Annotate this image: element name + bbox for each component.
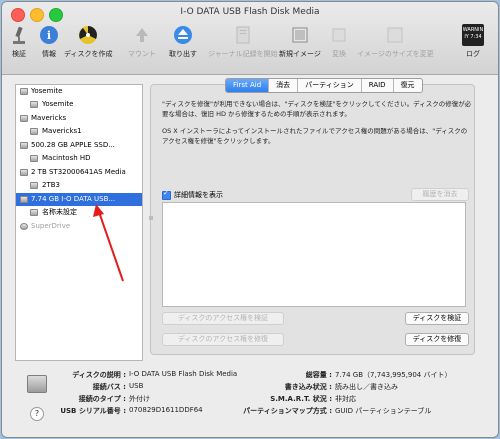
partition-map-value: GUID パーティションテーブル — [335, 407, 432, 415]
sidebar-item-yosemite-disk[interactable]: Yosemite — [16, 85, 142, 98]
tab-restore[interactable]: 復元 — [392, 79, 422, 92]
verify-disk-button[interactable]: ディスクを検証 — [405, 312, 469, 325]
disk-icon — [20, 115, 28, 122]
first-aid-paragraph-1: "ディスクを修復"が利用できない場合は、"ディスクを検証"をクリックしてください… — [162, 100, 472, 118]
eject-icon — [174, 26, 192, 44]
new-image-label: 新規イメージ — [279, 50, 321, 58]
bus-label: 接続バス : — [92, 383, 126, 391]
convert-toolbar-button[interactable]: 変換 — [328, 24, 350, 59]
serial-label: USB シリアル番号 : — [60, 407, 126, 415]
title-bar: I-O DATA USB Flash Disk Media 検証 i 情報 ディ… — [2, 2, 498, 75]
disk-utility-window: I-O DATA USB Flash Disk Media 検証 i 情報 ディ… — [2, 2, 498, 437]
eject-label: 取り出す — [169, 50, 197, 58]
serial-value: 070829D1611DDF64 — [129, 406, 203, 414]
volume-icon — [30, 155, 38, 162]
repair-disk-button[interactable]: ディスクを修復 — [405, 333, 469, 346]
usb-disk-icon — [20, 196, 28, 203]
sidebar-item-macintosh-hd[interactable]: Macintosh HD — [16, 152, 142, 165]
tab-erase[interactable]: 消去 — [268, 79, 297, 92]
journal-toolbar-button[interactable]: ジャーナル記録を開始 — [208, 24, 278, 59]
resize-toolbar-button[interactable]: イメージのサイズを変更 — [357, 24, 434, 59]
log-label: ログ — [466, 50, 480, 58]
sidebar-item-mavericks-disk[interactable]: Mavericks — [16, 112, 142, 125]
connection-type-label: 接続のタイプ : — [78, 395, 126, 403]
volume-icon — [30, 128, 38, 135]
info-label: 情報 — [42, 50, 56, 58]
convert-label: 変換 — [332, 50, 346, 58]
log-badge-top: WARNIN — [462, 27, 484, 33]
volume-icon — [30, 101, 38, 108]
mount-label: マウント — [128, 50, 156, 58]
checkbox-checked-icon — [162, 189, 171, 200]
log-icon: WARNIN IY 7:34 — [462, 24, 484, 46]
mount-icon — [136, 28, 148, 42]
connection-type-value: 外付け — [129, 395, 150, 403]
optical-drive-icon — [20, 223, 28, 230]
first-aid-paragraph-2: OS X インストーラによってインストールされたファイルでアクセス権の問題がある… — [162, 127, 468, 145]
eject-toolbar-button[interactable]: 取り出す — [169, 24, 197, 59]
journal-icon — [236, 26, 250, 44]
sidebar-item-io-data-usb[interactable]: 7.74 GB I-O DATA USB... — [16, 193, 142, 206]
microscope-icon — [13, 26, 25, 44]
tab-bar: First Aid 消去 パーティション RAID 復元 — [225, 78, 423, 93]
sidebar-item-superdrive[interactable]: SuperDrive — [16, 220, 142, 233]
svg-text:i: i — [47, 29, 51, 42]
sidebar-item-untitled[interactable]: 名称未設定 — [16, 206, 142, 219]
tab-partition[interactable]: パーティション — [297, 79, 361, 92]
verify-toolbar-button[interactable]: 検証 — [8, 24, 30, 59]
description-value: I-O DATA USB Flash Disk Media — [129, 370, 238, 378]
clear-history-button[interactable]: 履歴を消去 — [411, 188, 469, 201]
tab-raid[interactable]: RAID — [360, 79, 393, 92]
show-details-label: 詳細情報を表示 — [174, 191, 223, 199]
partition-map-label: パーティションマップ方式 : — [243, 407, 332, 415]
resize-icon — [387, 27, 403, 43]
verify-label: 検証 — [12, 50, 26, 58]
smart-status-value: 非対応 — [335, 395, 356, 403]
usb-drive-icon — [27, 375, 47, 393]
disk-icon — [20, 142, 28, 149]
bus-value: USB — [129, 382, 144, 390]
burn-icon — [79, 26, 98, 44]
sidebar-item-2tb3[interactable]: 2TB3 — [16, 179, 142, 192]
write-status-label: 書き込み状況 : — [284, 383, 332, 391]
log-toolbar-button[interactable]: WARNIN IY 7:34 ログ — [462, 24, 484, 59]
capacity-value: 7.74 GB（7,743,995,904 バイト） — [335, 371, 452, 379]
capacity-label: 総容量 : — [305, 371, 332, 379]
sidebar-item-st32000641as[interactable]: 2 TB ST32000641AS Media — [16, 166, 142, 179]
sidebar-item-apple-ssd[interactable]: 500.28 GB APPLE SSD... — [16, 139, 142, 152]
sidebar-item-yosemite-volume[interactable]: Yosemite — [16, 98, 142, 111]
volume-icon — [30, 209, 38, 216]
info-toolbar-button[interactable]: i 情報 — [38, 24, 60, 59]
tab-first-aid[interactable]: First Aid — [226, 79, 269, 92]
log-badge-bottom: IY 7:34 — [464, 34, 482, 40]
disk-icon — [20, 169, 28, 176]
burn-toolbar-button[interactable]: ディスクを作成 — [64, 24, 113, 59]
resize-label: イメージのサイズを変更 — [357, 50, 434, 58]
convert-icon — [332, 28, 346, 42]
splitter-handle[interactable] — [149, 216, 153, 220]
write-status-value: 読み出し／書き込み — [335, 383, 398, 391]
info-icon: i — [40, 26, 58, 44]
journal-label: ジャーナル記録を開始 — [208, 50, 278, 58]
show-details-checkbox[interactable]: 詳細情報を表示 — [162, 189, 223, 200]
new-image-icon — [292, 27, 308, 43]
mount-toolbar-button[interactable]: マウント — [128, 24, 156, 59]
new-image-toolbar-button[interactable]: 新規イメージ — [279, 24, 321, 59]
disk-icon — [20, 88, 28, 95]
verify-permissions-button[interactable]: ディスクのアクセス権を検証 — [162, 312, 284, 325]
window-title: I-O DATA USB Flash Disk Media — [180, 7, 320, 17]
volume-icon — [30, 182, 38, 189]
details-log-area[interactable] — [162, 202, 466, 307]
description-label: ディスクの説明 : — [72, 371, 126, 379]
sidebar: Yosemite Yosemite Mavericks Mavericks1 5… — [15, 84, 143, 361]
sidebar-item-mavericks1-volume[interactable]: Mavericks1 — [16, 125, 142, 138]
smart-status-label: S.M.A.R.T. 状況 : — [270, 395, 332, 403]
burn-label: ディスクを作成 — [64, 50, 113, 58]
repair-permissions-button[interactable]: ディスクのアクセス権を修復 — [162, 333, 284, 346]
